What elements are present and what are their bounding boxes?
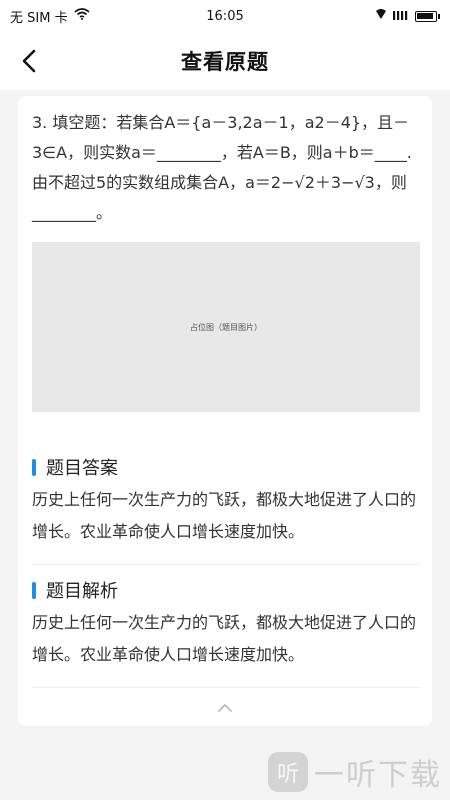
- answer-title: 题目答案: [46, 458, 118, 479]
- section-accent-bar: [32, 458, 36, 476]
- battery-icon: [415, 10, 437, 22]
- collapse-button[interactable]: [213, 698, 237, 716]
- placeholder-label: 占位图（题目图片）: [190, 322, 262, 332]
- section-accent-bar: [32, 581, 36, 599]
- page-title: 查看原题: [181, 50, 269, 74]
- question-text: 3. 填空题：若集合A＝{a－3,2a－1，a2－4}，且－3∈A，则实数a＝_…: [32, 113, 412, 222]
- question-image-placeholder: 占位图（题目图片）: [32, 242, 420, 412]
- signal-icon: [393, 8, 409, 24]
- chevron-up-icon: [218, 703, 232, 712]
- analysis-header: 题目解析: [32, 573, 418, 607]
- watermark: 听 一听下载: [268, 750, 442, 794]
- analysis-text: 历史上任何一次生产力的飞跃，都极大地促进了人口的增长。农业革命使人口增长速度加快…: [32, 613, 417, 664]
- analysis-section: 题目解析 历史上任何一次生产力的飞跃，都极大地促进了人口的增长。农业革命使人口增…: [32, 573, 420, 688]
- answer-header: 题目答案: [32, 450, 418, 484]
- watermark-logo-glyph: 听: [276, 762, 299, 787]
- chevron-left-icon: [22, 49, 36, 73]
- watermark-logo-icon: 听: [268, 752, 308, 792]
- location-icon: [375, 8, 387, 24]
- nav-header: 查看原题: [0, 32, 450, 90]
- carrier-text: 无 SIM 卡: [10, 10, 68, 26]
- watermark-text: 一听下载: [314, 758, 442, 793]
- status-left: 无 SIM 卡: [10, 7, 90, 26]
- wifi-icon: [74, 8, 90, 24]
- analysis-title: 题目解析: [46, 581, 118, 602]
- back-button[interactable]: [14, 46, 44, 76]
- divider: [32, 687, 420, 688]
- battery-tip: [438, 13, 440, 19]
- answer-text: 历史上任何一次生产力的飞跃，都极大地促进了人口的增长。农业革命使人口增长速度加快…: [32, 490, 417, 541]
- status-bar: 无 SIM 卡 16:05: [0, 0, 450, 32]
- divider: [32, 564, 420, 565]
- status-right: [375, 8, 440, 24]
- question-card: 3. 填空题：若集合A＝{a－3,2a－1，a2－4}，且－3∈A，则实数a＝_…: [18, 96, 432, 726]
- answer-section: 题目答案 历史上任何一次生产力的飞跃，都极大地促进了人口的增长。农业革命使人口增…: [32, 450, 420, 565]
